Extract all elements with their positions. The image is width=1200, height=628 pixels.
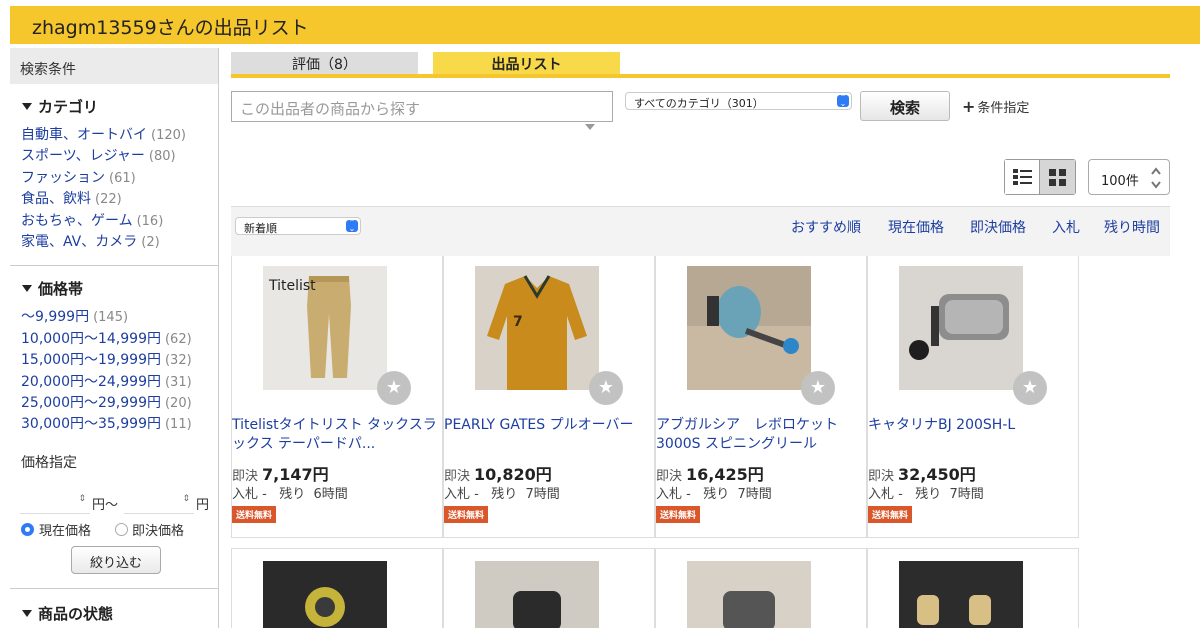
item-meta: 入札 - 残り 7時間 xyxy=(444,487,560,502)
sort-select[interactable]: 新着順 ⌃ ⌄ xyxy=(235,217,361,235)
grid-view-icon[interactable] xyxy=(1040,160,1075,194)
stepper-icon[interactable]: ⇕ xyxy=(78,494,86,504)
chevron-down-icon[interactable] xyxy=(585,124,595,130)
item-thumbnail[interactable]: 7 xyxy=(475,266,599,390)
price-max-unit: 円 xyxy=(196,497,210,513)
sort-recommended[interactable]: おすすめ順 xyxy=(791,217,861,237)
sort-bar: 新着順 ⌃ ⌄ おすすめ順 現在価格 即決価格 入札 残り時間 xyxy=(231,206,1170,256)
price-range-heading[interactable]: 価格帯 xyxy=(10,278,218,299)
star-icon[interactable]: ★ xyxy=(801,371,835,405)
item-price: 即決 32,450円 xyxy=(868,465,976,484)
stepper-icon[interactable]: ⇕ xyxy=(182,494,190,504)
svg-text:Titelist: Titelist xyxy=(268,278,316,294)
item-meta: 入札 - 残り 7時間 xyxy=(868,487,984,502)
filter-button[interactable]: 絞り込む xyxy=(71,545,161,574)
item-title[interactable]: Titelistタイトリスト タックスラックス テーパードパ... xyxy=(232,416,442,454)
price-type-radios: 現在価格 即決価格 xyxy=(10,520,218,542)
price-range-link[interactable]: 25,000円〜29,999円 (20) xyxy=(10,393,218,414)
svg-text:7: 7 xyxy=(513,314,523,330)
radio-current-price[interactable] xyxy=(21,522,34,536)
free-shipping-badge: 送料無料 xyxy=(444,506,489,523)
item-title[interactable]: アブガルシア レボロケット3000S スピニングリール xyxy=(656,416,866,454)
tab-underline xyxy=(231,74,1170,78)
star-icon[interactable]: ★ xyxy=(589,371,623,405)
radio-current-label: 現在価格 xyxy=(39,523,92,539)
item-meta: 入札 - 残り 7時間 xyxy=(656,487,772,502)
category-link[interactable]: 自動車、オートバイ (120) xyxy=(10,125,218,146)
tab-listings[interactable]: 出品リスト xyxy=(433,52,620,74)
star-icon[interactable]: ★ xyxy=(1013,371,1047,405)
item-card[interactable] xyxy=(231,548,443,628)
price-range-link[interactable]: 10,000円〜14,999円 (62) xyxy=(10,329,218,350)
per-page-select[interactable]: 100件 xyxy=(1088,159,1170,195)
item-card[interactable] xyxy=(655,548,867,628)
caret-down-icon xyxy=(22,103,32,110)
item-title[interactable]: キャタリナBJ 200SH-L xyxy=(868,416,1078,435)
price-range-link[interactable]: 〜9,999円 (145) xyxy=(10,307,218,328)
select-arrows-icon: ⌃ ⌄ xyxy=(346,219,358,233)
item-meta: 入札 - 残り 6時間 xyxy=(232,487,348,502)
category-select[interactable]: すべてのカテゴリ（301） ⌃ ⌄ xyxy=(625,92,852,110)
price-min-unit: 円〜 xyxy=(92,497,119,513)
category-link[interactable]: 食品、飲料 (22) xyxy=(10,189,218,210)
search-conditions-heading: 検索条件 xyxy=(10,48,218,84)
star-icon[interactable]: ★ xyxy=(377,371,411,405)
price-range-link[interactable]: 30,000円〜35,999円 (11) xyxy=(10,414,218,435)
item-price: 即決 16,425円 xyxy=(656,465,764,484)
price-min-field[interactable]: ⇕ xyxy=(20,490,90,514)
item-thumbnail[interactable] xyxy=(687,561,811,628)
item-thumbnail[interactable] xyxy=(687,266,811,390)
sort-bids[interactable]: 入札 xyxy=(1052,217,1080,237)
item-card[interactable]: 7 ★ PEARLY GATES プルオーバー 即決 10,820円 入札 - 残… xyxy=(443,256,655,538)
item-price: 即決 10,820円 xyxy=(444,465,552,484)
select-arrows-icon xyxy=(1151,167,1161,189)
category-heading[interactable]: カテゴリ xyxy=(10,96,218,117)
sidebar: 検索条件 カテゴリ 自動車、オートバイ (120) スポーツ、レジャー (80) フ… xyxy=(10,48,219,628)
item-price: 即決 7,147円 xyxy=(232,465,329,484)
price-spec-label: 価格指定 xyxy=(21,454,77,471)
radio-buynow-label: 即決価格 xyxy=(132,523,185,539)
caret-down-icon xyxy=(22,609,32,617)
item-thumbnail[interactable] xyxy=(475,561,599,628)
item-card[interactable]: ★ キャタリナBJ 200SH-L 即決 32,450円 入札 - 残り 7時間 … xyxy=(867,256,1079,538)
item-thumbnail[interactable] xyxy=(899,266,1023,390)
tab-bar: 評価（8） 出品リスト xyxy=(231,52,1170,79)
conditions-link[interactable]: + 条件指定 xyxy=(962,97,1029,116)
free-shipping-badge: 送料無料 xyxy=(868,506,913,523)
category-link[interactable]: 家電、AV、カメラ (2) xyxy=(10,232,218,253)
sort-buynow-price[interactable]: 即決価格 xyxy=(970,217,1026,237)
category-link[interactable]: スポーツ、レジャー (80) xyxy=(10,146,218,167)
view-toggle xyxy=(1004,159,1076,195)
list-view-icon[interactable] xyxy=(1005,160,1040,194)
page-title: zhagm13559さんの出品リスト xyxy=(32,17,309,39)
caret-down-icon xyxy=(22,285,32,293)
item-card[interactable]: ★ アブガルシア レボロケット3000S スピニングリール 即決 16,425円 … xyxy=(655,256,867,538)
item-title[interactable]: PEARLY GATES プルオーバー xyxy=(444,416,654,435)
plus-icon: + xyxy=(962,97,976,116)
free-shipping-badge: 送料無料 xyxy=(232,506,277,523)
price-inputs: ⇕ 円〜 ⇕ 円 xyxy=(10,490,218,520)
condition-heading[interactable]: 商品の状態 xyxy=(10,603,218,624)
item-thumbnail[interactable] xyxy=(263,561,387,628)
price-max-field[interactable]: ⇕ xyxy=(124,490,194,514)
sort-current-price[interactable]: 現在価格 xyxy=(888,217,944,237)
category-link[interactable]: おもちゃ、ゲーム (16) xyxy=(10,211,218,232)
tab-ratings[interactable]: 評価（8） xyxy=(231,52,418,74)
search-input[interactable]: この出品者の商品から探す xyxy=(231,91,613,122)
item-thumbnail[interactable]: Titelist xyxy=(263,266,387,390)
item-card[interactable]: Titelist ★ Titelistタイトリスト タックスラックス テーパード… xyxy=(231,256,443,538)
item-thumbnail[interactable] xyxy=(899,561,1023,628)
select-arrows-icon: ⌃ ⌄ xyxy=(837,94,849,108)
price-range-link[interactable]: 15,000円〜19,999円 (32) xyxy=(10,350,218,371)
item-card[interactable] xyxy=(867,548,1079,628)
radio-buynow-price[interactable] xyxy=(115,522,128,536)
category-link[interactable]: ファッション (61) xyxy=(10,168,218,189)
free-shipping-badge: 送料無料 xyxy=(656,506,701,523)
item-card[interactable] xyxy=(443,548,655,628)
search-button[interactable]: 検索 xyxy=(860,91,950,121)
sort-time-left[interactable]: 残り時間 xyxy=(1104,217,1160,237)
page-header: zhagm13559さんの出品リスト xyxy=(10,6,1200,44)
price-range-link[interactable]: 20,000円〜24,999円 (31) xyxy=(10,372,218,393)
